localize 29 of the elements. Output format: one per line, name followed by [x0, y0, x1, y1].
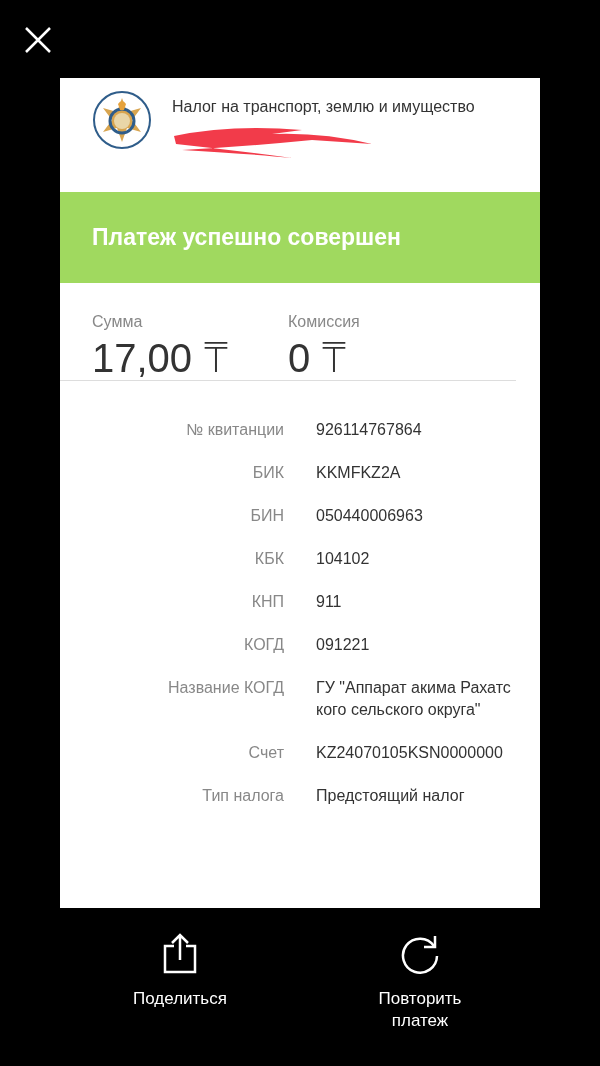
detail-value: 050440006963	[316, 506, 424, 526]
detail-value: KKMFKZ2A	[316, 463, 402, 483]
detail-label: № квитанции	[185, 420, 284, 440]
share-button[interactable]: Поделиться	[105, 928, 255, 1036]
detail-label: Название КОГД	[167, 678, 284, 698]
status-message: Платеж успешно совершен	[92, 224, 401, 251]
amount-label: Сумма	[92, 313, 144, 331]
amount-value: 17,00 ₸	[92, 335, 230, 381]
amount-value: 0 ₸	[288, 335, 348, 381]
detail-value: ГУ "Аппарат акима Рахатского сельского округа"	[316, 678, 512, 720]
repeat-button[interactable]: Повторить платеж	[345, 928, 495, 1036]
detail-label: Тип налога	[201, 786, 284, 806]
share-icon	[162, 932, 198, 974]
detail-value: 911	[316, 592, 343, 612]
detail-label: Счет	[247, 743, 284, 763]
detail-label: КНП	[250, 592, 284, 612]
emblem-logo	[92, 90, 152, 150]
detail-value: KZ24070105KSN0000000	[316, 743, 504, 763]
detail-value: 091221	[316, 635, 371, 655]
detail-label: БИН	[249, 506, 284, 526]
detail-label: КБК	[253, 549, 284, 569]
detail-label: КОГД	[243, 635, 284, 655]
detail-value: 926114767864	[316, 420, 423, 440]
service-title: Налог на транспорт, землю и имущество	[172, 98, 475, 116]
detail-value: 104102	[316, 549, 371, 569]
amount-label: Комиссия	[288, 313, 361, 331]
detail-label: БИК	[251, 463, 284, 483]
detail-value: Предстоящий налог	[316, 786, 466, 806]
close-icon	[24, 26, 52, 54]
